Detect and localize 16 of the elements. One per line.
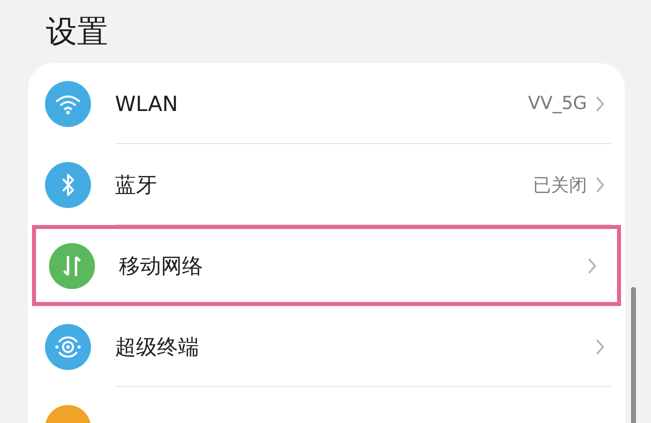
settings-row[interactable]: WLAN VV_5G (28, 63, 625, 144)
row-value: VV_5G (528, 93, 587, 114)
settings-row[interactable]: 超级终端 (28, 306, 625, 387)
row-label: 蓝牙 (115, 172, 158, 198)
row-label: WLAN (115, 92, 180, 116)
row-value: 已关闭 (533, 174, 587, 196)
highlighted-settings-row[interactable]: 移动网络 (32, 225, 621, 306)
settings-row[interactable]: 蓝牙 已关闭 (28, 144, 625, 225)
row-label: 超级终端 (115, 334, 200, 360)
scrollbar[interactable] (631, 287, 636, 423)
chevron-right-icon (595, 94, 605, 112)
chevron-right-icon (587, 256, 597, 274)
chevron-right-icon (595, 338, 605, 356)
row-label: 移动网络 (119, 252, 204, 280)
chevron-right-icon (595, 176, 605, 194)
page-title: 设置 (45, 13, 109, 52)
